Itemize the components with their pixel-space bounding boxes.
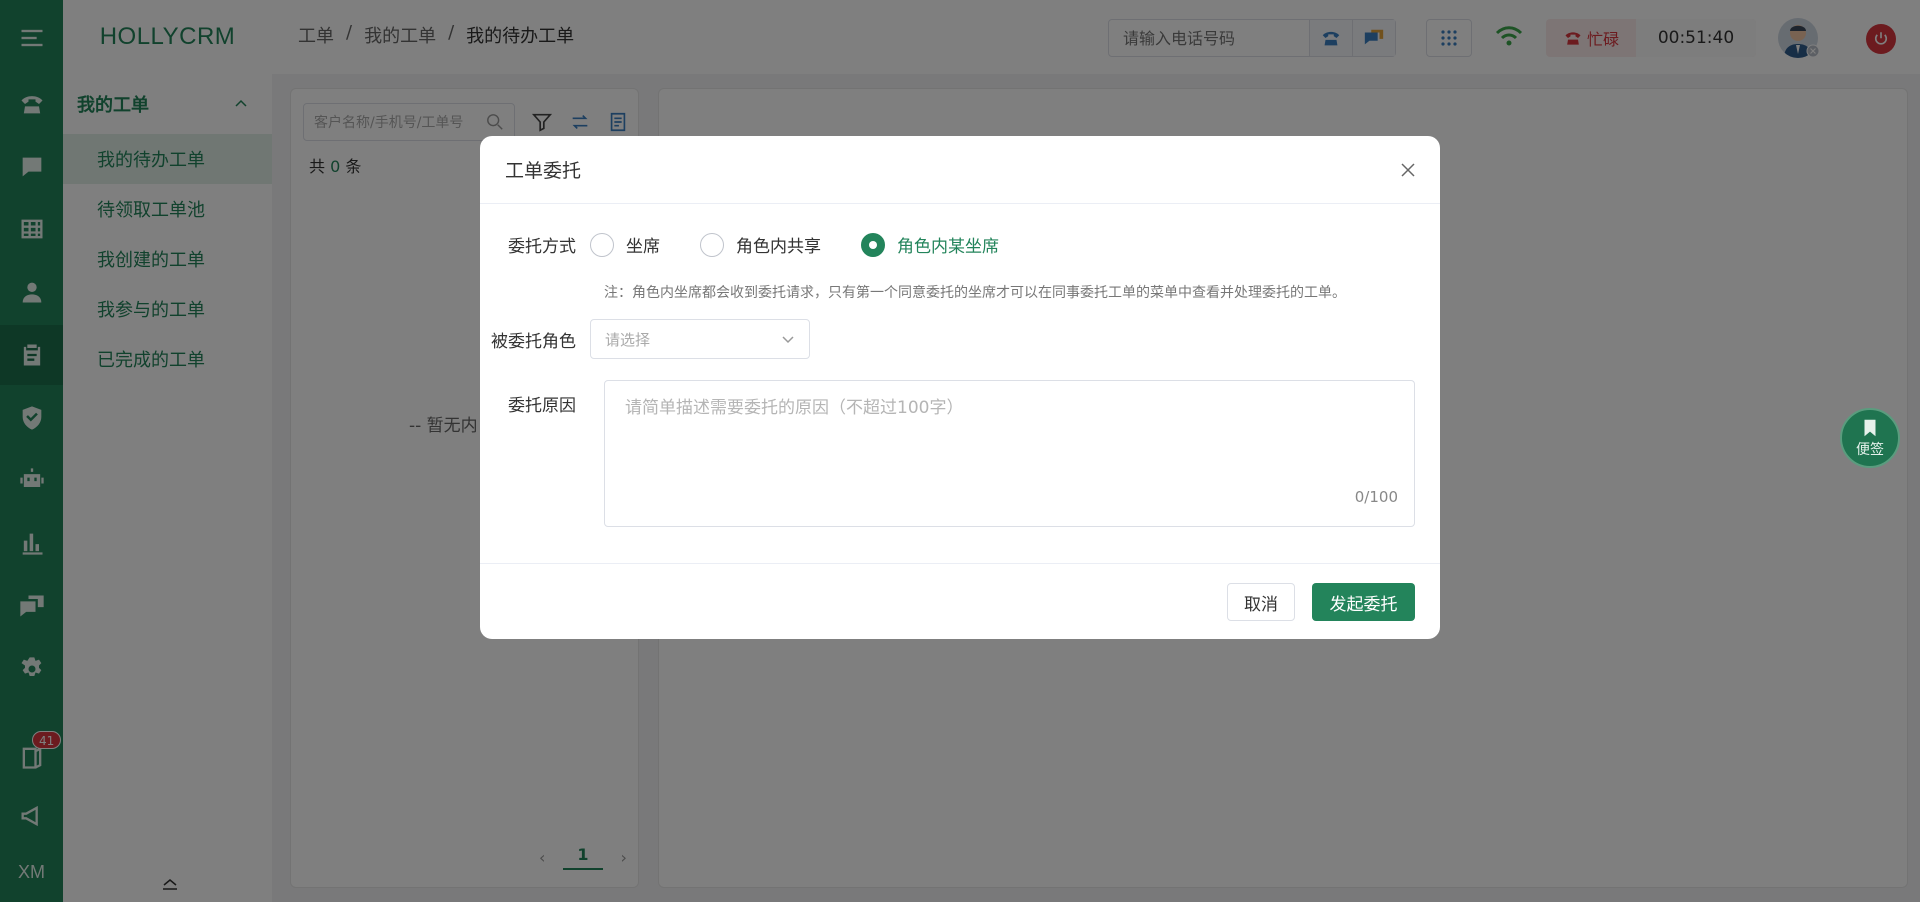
- method-label: 委托方式: [508, 237, 576, 257]
- radio-label: 角色内共享: [736, 237, 821, 257]
- reason-placeholder: 请简单描述需要委托的原因（不超过100字）: [625, 398, 964, 418]
- dialog-header: 工单委托: [480, 136, 1440, 204]
- close-icon[interactable]: [1400, 162, 1416, 178]
- chevron-down-icon: [782, 336, 794, 344]
- dialog-footer: 取消 发起委托: [480, 563, 1440, 639]
- reason-label: 委托原因: [508, 396, 576, 416]
- radio-role-agent[interactable]: 角色内某坐席: [861, 232, 999, 257]
- submit-delegate-button[interactable]: 发起委托: [1312, 583, 1415, 621]
- method-row: 委托方式 坐席 角色内共享 角色内某坐席: [480, 232, 1039, 257]
- sticky-note-label: 便签: [1856, 442, 1884, 458]
- role-row: 被委托角色 请选择: [480, 319, 810, 359]
- radio-label: 角色内某坐席: [897, 237, 999, 257]
- dialog-title: 工单委托: [505, 160, 582, 182]
- reason-char-count: 0/100: [1354, 488, 1398, 506]
- role-select-placeholder: 请选择: [605, 330, 651, 349]
- reason-row: 委托原因: [480, 391, 590, 416]
- reason-textarea[interactable]: 请简单描述需要委托的原因（不超过100字） 0/100: [604, 380, 1415, 527]
- sticky-note-button[interactable]: 便签: [1840, 408, 1900, 468]
- radio-circle[interactable]: [590, 232, 614, 257]
- radio-circle[interactable]: [700, 232, 724, 257]
- radio-circle-checked[interactable]: [861, 232, 885, 257]
- delegate-ticket-dialog: 工单委托 委托方式 坐席 角色内共享 角色内某坐席 注：角色内坐席都会收到委托请…: [480, 136, 1440, 639]
- radio-label: 坐席: [626, 237, 660, 257]
- method-radio-group: 坐席 角色内共享 角色内某坐席: [590, 232, 1039, 257]
- radio-agent[interactable]: 坐席: [590, 232, 660, 257]
- role-label: 被委托角色: [491, 331, 576, 352]
- cancel-button[interactable]: 取消: [1227, 583, 1295, 621]
- bookmark-icon: [1864, 419, 1876, 437]
- role-select[interactable]: 请选择: [590, 319, 810, 359]
- method-hint: 注：角色内坐席都会收到委托请求，只有第一个同意委托的坐席才可以在同事委托工单的菜…: [604, 285, 1346, 301]
- radio-role-share[interactable]: 角色内共享: [700, 232, 821, 257]
